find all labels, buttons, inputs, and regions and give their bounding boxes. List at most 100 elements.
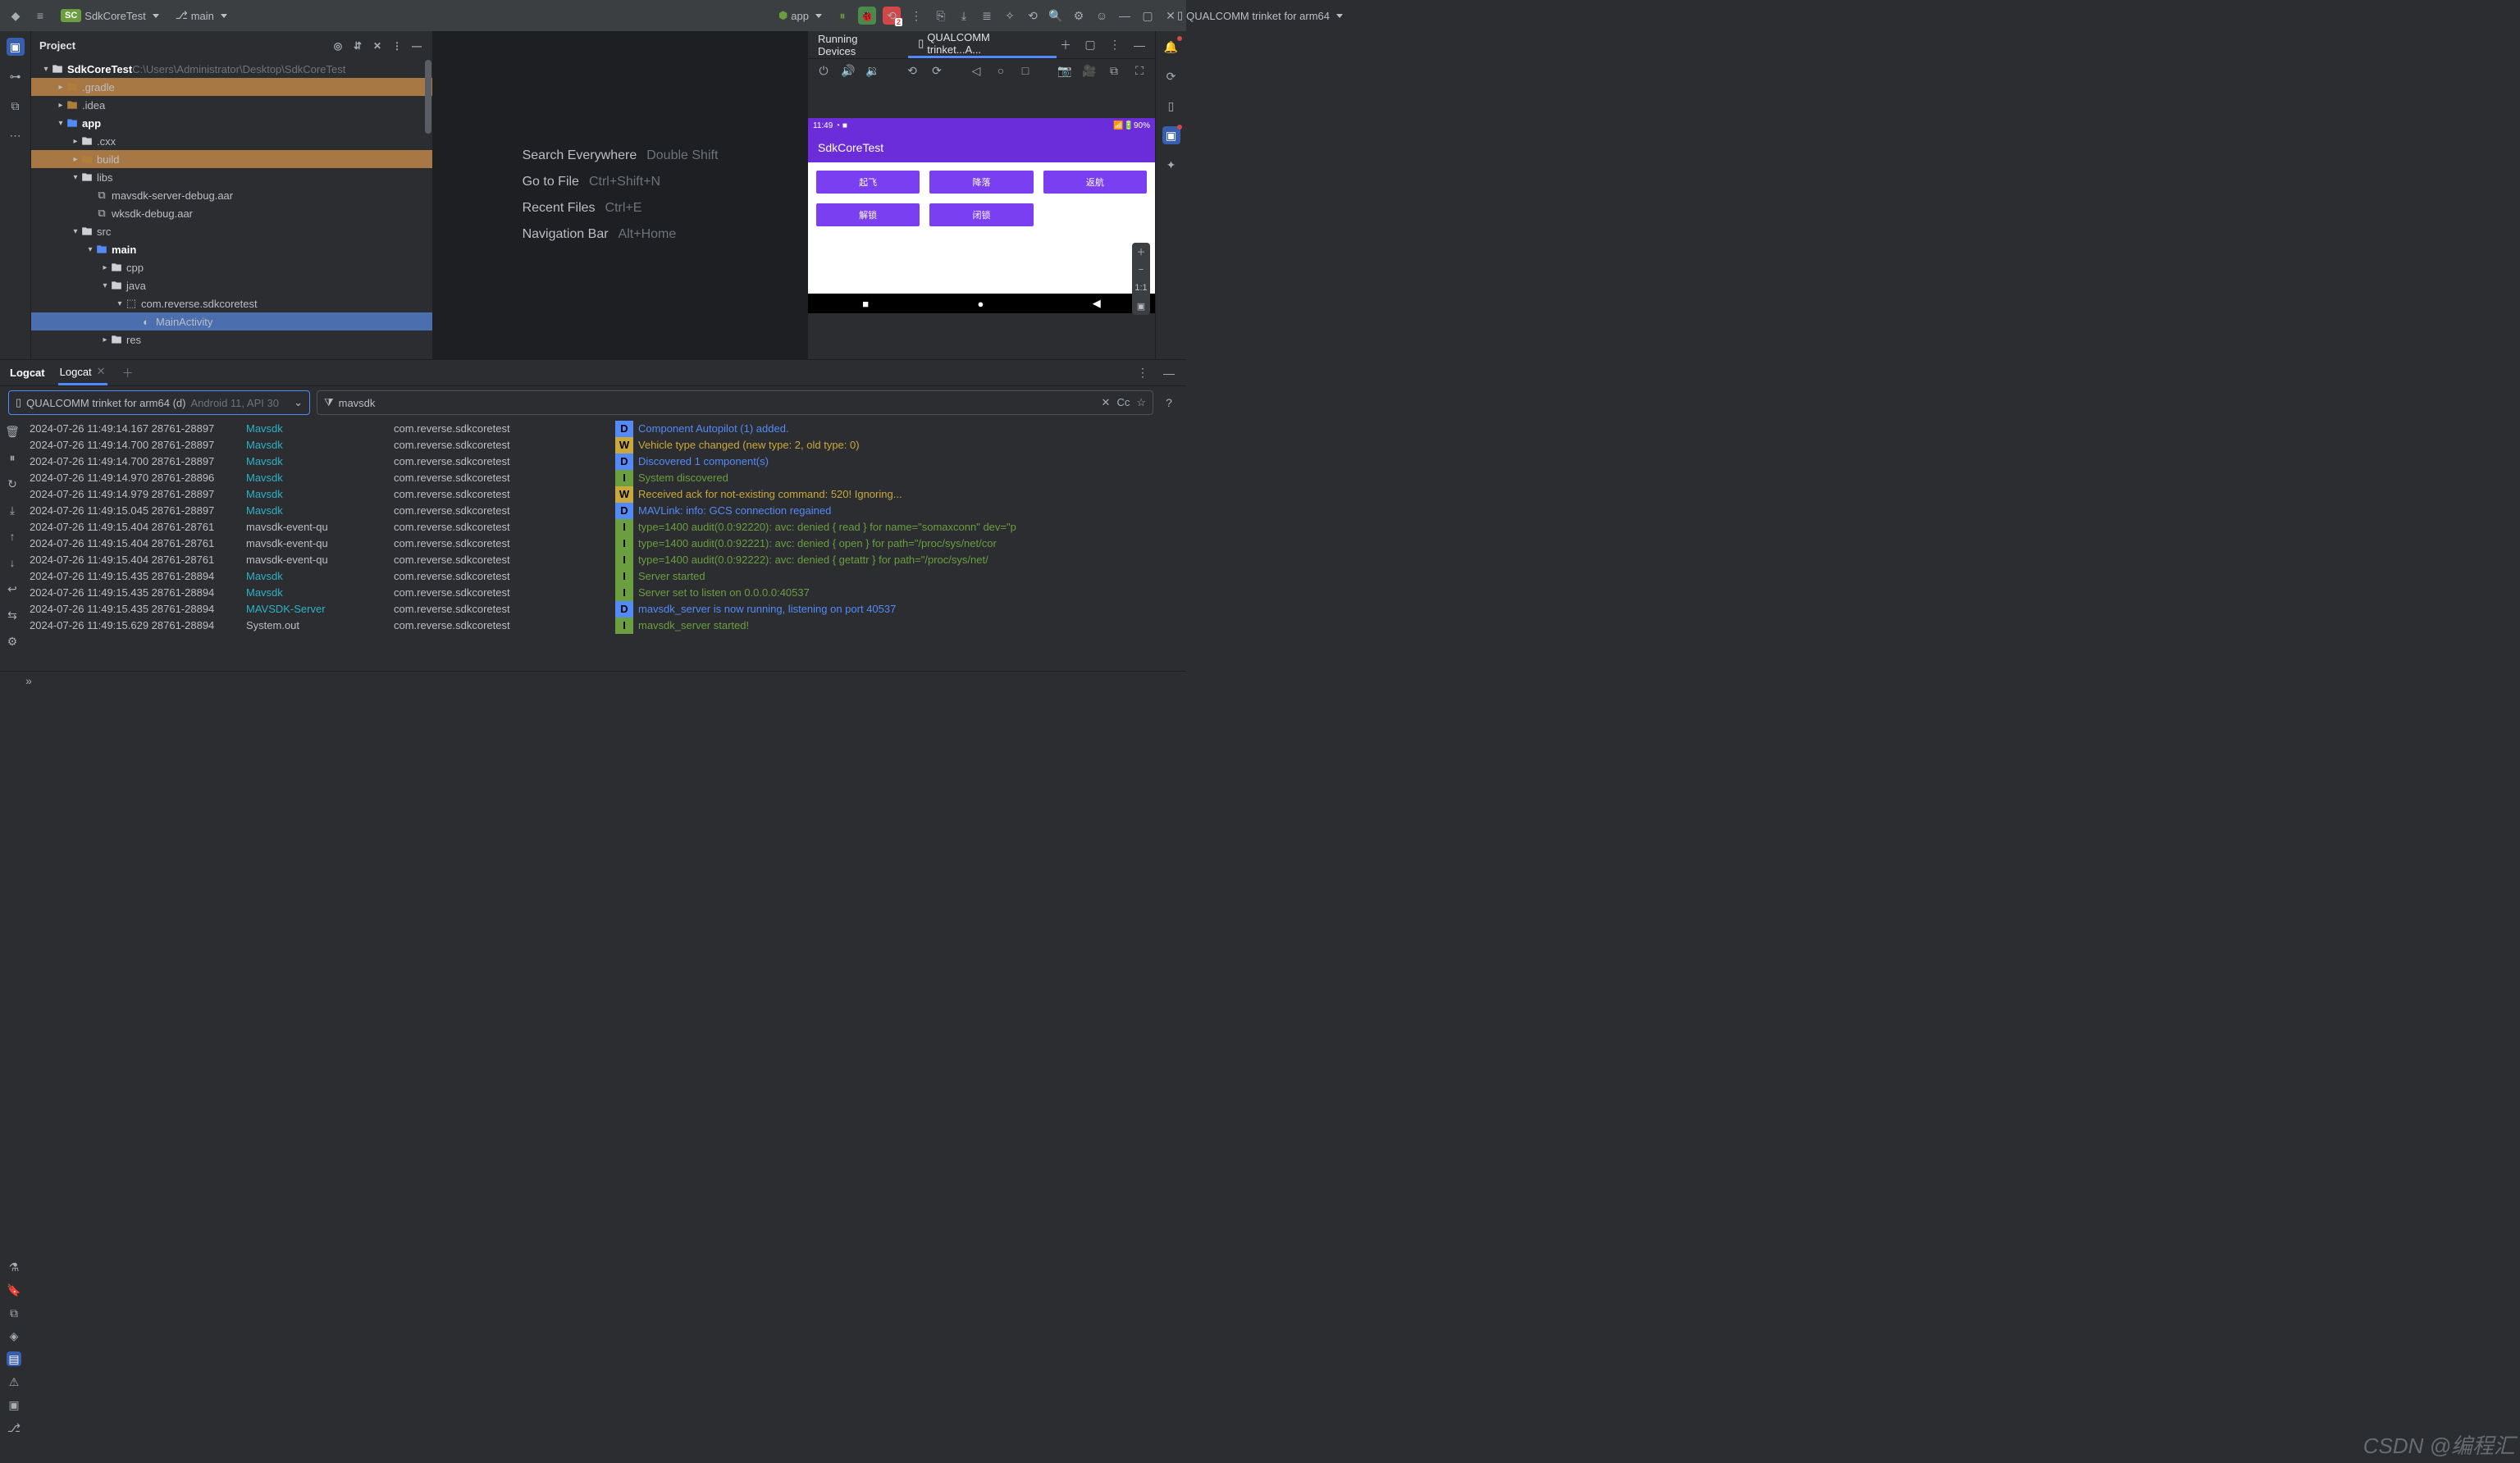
prev-icon[interactable]: ↑	[3, 527, 21, 545]
next-icon[interactable]: ↓	[3, 554, 21, 572]
tree-node[interactable]: ▾app	[31, 114, 432, 132]
inspect-icon[interactable]: ✧	[1001, 7, 1019, 25]
log-row[interactable]: 2024-07-26 11:49:15.404 28761-28761mavsd…	[25, 552, 1186, 568]
panel-options-icon[interactable]: ⋮	[1134, 364, 1152, 382]
rotate-right-icon[interactable]: ⟳	[928, 62, 946, 80]
hide-panel-icon[interactable]: —	[1160, 364, 1178, 382]
add-device-icon[interactable]: ＋	[1057, 36, 1075, 54]
terminal-tool-icon[interactable]: ▣	[7, 1397, 21, 1412]
problems-tool-icon[interactable]: ⚠	[7, 1374, 21, 1389]
bookmarks-tool-icon[interactable]: 🔖	[7, 1283, 21, 1297]
logcat-tool-icon[interactable]: ▤	[7, 1351, 21, 1366]
tree-node[interactable]: ▾java	[31, 276, 432, 294]
tree-node[interactable]: ▾SdkCoreTest C:\Users\Administrator\Desk…	[31, 60, 432, 78]
logcat-device-selector[interactable]: ▯ QUALCOMM trinket for arm64 (d) Android…	[8, 390, 310, 415]
logcat-filter-input[interactable]: ⧩ mavsdk ✕ Cc ☆	[317, 390, 1153, 415]
main-menu-icon[interactable]: ≡	[31, 7, 49, 25]
ai-assistant-icon[interactable]: ✦	[1162, 156, 1180, 174]
restart-log-icon[interactable]: ↻	[3, 475, 21, 493]
search-everywhere-icon[interactable]: 🔍	[1047, 7, 1065, 25]
more-tool-icon[interactable]: ⋯	[7, 126, 25, 144]
window-maximize-icon[interactable]: ▢	[1139, 7, 1157, 25]
pause-log-icon[interactable]: ⏸	[3, 449, 21, 467]
more-run-actions-icon[interactable]: ⋮	[907, 7, 925, 25]
sync-icon[interactable]: ⟲	[1024, 7, 1042, 25]
tree-node[interactable]: ▸res	[31, 330, 432, 349]
code-with-me-icon[interactable]: ≣	[978, 7, 996, 25]
overview-icon[interactable]: □	[1016, 62, 1034, 80]
help-icon[interactable]: ?	[1160, 394, 1178, 412]
clear-filter-icon[interactable]: ✕	[1102, 396, 1111, 409]
device-manager-icon[interactable]: ▯	[1162, 97, 1180, 115]
notifications-icon[interactable]: 🔔	[1162, 38, 1180, 56]
tree-node[interactable]: ▸build	[31, 150, 432, 168]
git-branch-selector[interactable]: ⎇ main	[171, 7, 232, 25]
record-icon[interactable]: 🎥	[1080, 62, 1098, 80]
tree-node[interactable]: ▾main	[31, 240, 432, 258]
device-tab[interactable]: ▯QUALCOMM trinket...A...	[908, 31, 1057, 58]
structure-tool-icon[interactable]: ⧉	[7, 97, 25, 115]
volume-down-icon[interactable]: 🔉	[864, 62, 882, 80]
tree-node[interactable]: ◐MainActivity	[31, 312, 432, 330]
logcat-title[interactable]: Logcat	[8, 362, 47, 384]
running-devices-tab[interactable]: Running Devices	[808, 31, 908, 58]
project-scrollbar[interactable]	[424, 60, 432, 359]
zoom-controls[interactable]: ＋ − 1:1 ▣	[1132, 243, 1150, 315]
screenshot-icon[interactable]: 📷	[1056, 62, 1074, 80]
zoom-out-icon[interactable]: −	[1132, 261, 1150, 279]
tree-node[interactable]: ▸cpp	[31, 258, 432, 276]
log-row[interactable]: 2024-07-26 11:49:15.629 28761-28894Syste…	[25, 618, 1186, 634]
add-logcat-tab-icon[interactable]: ＋	[119, 364, 137, 382]
hide-pane-icon[interactable]: —	[409, 39, 424, 53]
scroll-end-icon[interactable]: ⤓	[3, 501, 21, 519]
phone-app-button[interactable]: 返航	[1043, 171, 1147, 194]
expand-all-icon[interactable]: ⇵	[350, 39, 365, 53]
commit-tool-icon[interactable]: ⊶	[7, 67, 25, 85]
clear-log-icon[interactable]: 🗑	[3, 422, 21, 440]
log-row[interactable]: 2024-07-26 11:49:15.435 28761-28894MAVSD…	[25, 601, 1186, 618]
log-row[interactable]: 2024-07-26 11:49:14.979 28761-28897Mavsd…	[25, 486, 1186, 503]
log-row[interactable]: 2024-07-26 11:49:15.435 28761-28894Mavsd…	[25, 585, 1186, 601]
tree-node[interactable]: ▸.cxx	[31, 132, 432, 150]
log-row[interactable]: 2024-07-26 11:49:14.167 28761-28897Mavsd…	[25, 421, 1186, 437]
device-screen[interactable]: 11:49 ◔ ■ 📶🔋90% SdkCoreTest 起飞降落返航解锁闭锁 ■…	[808, 118, 1155, 313]
tree-node[interactable]: ▾⬚com.reverse.sdkcoretest	[31, 294, 432, 312]
account-icon[interactable]: ☺	[1093, 7, 1111, 25]
power-icon[interactable]: ⏻	[815, 62, 833, 80]
update-project-icon[interactable]: ⤓	[955, 7, 973, 25]
options-icon[interactable]: ⋮	[1106, 36, 1124, 54]
app-logo-icon[interactable]: ◆	[7, 7, 25, 25]
window-minimize-icon[interactable]: —	[1116, 7, 1134, 25]
soft-wrap-icon[interactable]: ↩	[3, 580, 21, 598]
zoom-reset[interactable]: 1:1	[1132, 279, 1150, 297]
gradle-tool-icon[interactable]: ⟳	[1162, 67, 1180, 85]
services-tool-icon[interactable]: ⚗	[7, 1260, 21, 1274]
running-devices-icon[interactable]: ▣	[1162, 126, 1180, 144]
log-row[interactable]: 2024-07-26 11:49:14.970 28761-28896Mavsd…	[25, 470, 1186, 486]
collapse-icon[interactable]: ✕	[370, 39, 385, 53]
close-tab-icon[interactable]: ✕	[97, 365, 106, 378]
log-row[interactable]: 2024-07-26 11:49:14.700 28761-28897Mavsd…	[25, 453, 1186, 470]
window-icon[interactable]: ▢	[1081, 36, 1099, 54]
expand-icon[interactable]: ⛶	[1130, 62, 1148, 80]
debug-button[interactable]: 🐞	[858, 7, 876, 25]
project-selector[interactable]: SC SdkCoreTest	[56, 7, 164, 25]
stop-button[interactable]: ⏸	[833, 7, 851, 25]
commit-icon[interactable]: ⎘	[932, 7, 950, 25]
settings-icon[interactable]: ⚙	[1070, 7, 1088, 25]
log-row[interactable]: 2024-07-26 11:49:15.404 28761-28761mavsd…	[25, 536, 1186, 552]
attach-debugger-button[interactable]: ⟲2	[883, 7, 901, 25]
phone-app-button[interactable]: 降落	[929, 171, 1033, 194]
favorite-filter-icon[interactable]: ☆	[1136, 396, 1146, 409]
tree-node[interactable]: ▸.idea	[31, 96, 432, 114]
match-case-toggle[interactable]: Cc	[1116, 396, 1130, 409]
phone-app-button[interactable]: 起飞	[816, 171, 920, 194]
tree-node[interactable]: ⧉mavsdk-server-debug.aar	[31, 186, 432, 204]
phone-app-button[interactable]: 闭锁	[929, 203, 1033, 226]
log-row[interactable]: 2024-07-26 11:49:15.045 28761-28897Mavsd…	[25, 503, 1186, 519]
project-tool-icon[interactable]: ▣	[7, 38, 25, 56]
back-icon[interactable]: ◁	[967, 62, 985, 80]
split-icon[interactable]: ⇆	[3, 606, 21, 624]
options-icon[interactable]: ⋮	[390, 39, 404, 53]
log-row[interactable]: 2024-07-26 11:49:15.404 28761-28761mavsd…	[25, 519, 1186, 536]
